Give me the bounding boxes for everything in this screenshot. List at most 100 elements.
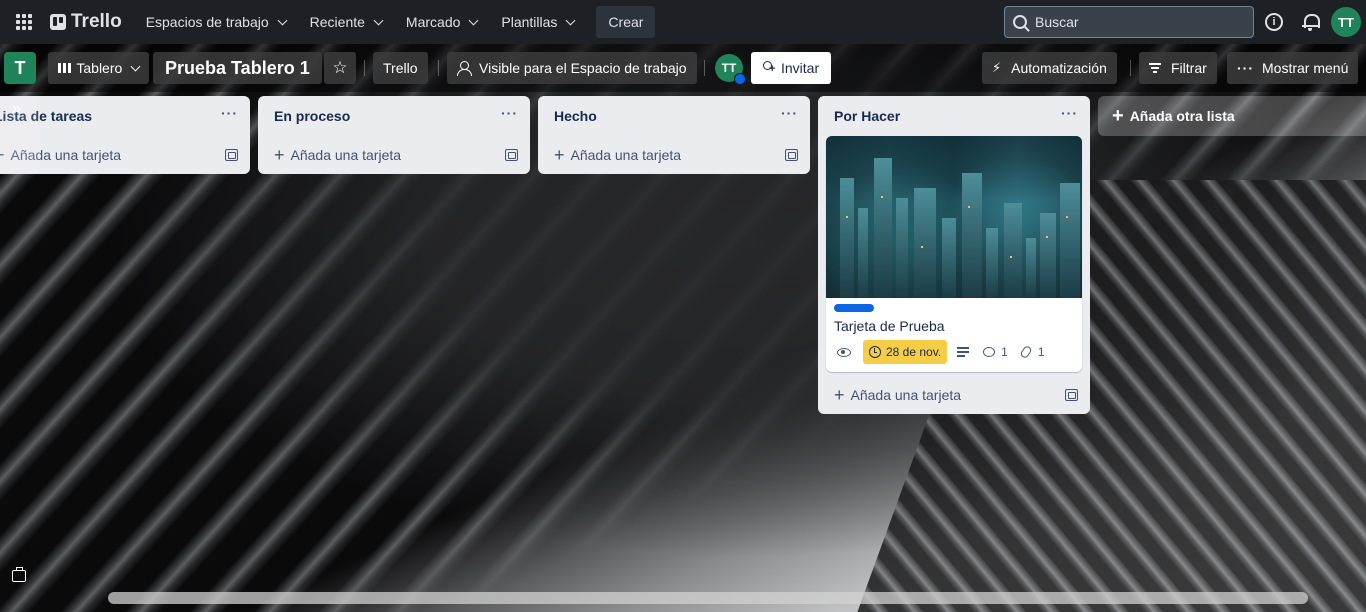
watching-eye-icon xyxy=(837,347,851,357)
nav-recent-label: Reciente xyxy=(309,14,365,30)
divider xyxy=(438,60,439,76)
user-avatar[interactable]: TT xyxy=(1331,7,1361,37)
card-body: Tarjeta de Prueba 28 de nov. 1 1 xyxy=(826,298,1082,372)
divider xyxy=(1130,60,1131,76)
nav-workspaces[interactable]: Espacios de trabajo xyxy=(136,6,296,38)
nav-workspaces-label: Espacios de trabajo xyxy=(145,14,269,30)
attachment-count: 1 xyxy=(1037,345,1045,359)
chevron-down-icon xyxy=(565,15,576,25)
nav-starred[interactable]: Marcado xyxy=(396,6,487,38)
add-list-label: Añada otra lista xyxy=(1129,108,1235,124)
automation-button[interactable]: ⚡ Automatización xyxy=(982,52,1117,84)
list-menu-icon[interactable]: ··· xyxy=(221,105,238,127)
briefcase-icon[interactable] xyxy=(12,567,26,582)
member-avatar[interactable]: TT xyxy=(715,54,746,85)
nav-recent[interactable]: Reciente xyxy=(300,6,392,38)
plus-icon: + xyxy=(554,145,565,165)
list-en-proceso: En proceso ··· + Añada una tarjeta xyxy=(258,96,530,174)
more-dots-icon: ··· xyxy=(1237,60,1254,76)
visibility-button[interactable]: Visible para el Espacio de trabajo xyxy=(447,52,697,84)
card-badges: 28 de nov. 1 1 xyxy=(834,340,1074,364)
nav-templates[interactable]: Plantillas xyxy=(491,6,584,38)
card-template-icon[interactable] xyxy=(505,149,518,161)
list-title[interactable]: En proceso xyxy=(274,108,350,124)
add-card-label: Añada una tarjeta xyxy=(290,147,402,163)
plus-icon: + xyxy=(274,145,285,165)
invite-button[interactable]: Invitar xyxy=(751,52,832,84)
info-icon[interactable]: i xyxy=(1265,13,1283,31)
card-template-icon[interactable] xyxy=(225,149,238,161)
app-name: Trello xyxy=(71,11,122,32)
filter-icon xyxy=(1149,63,1161,73)
list-menu-icon[interactable]: ··· xyxy=(781,105,798,127)
lightning-bolt-icon: ⚡ xyxy=(992,60,1002,75)
add-card-button[interactable]: + Añada una tarjeta xyxy=(834,386,961,404)
double-chevron-right-icon: » xyxy=(12,100,21,117)
card-title[interactable]: Tarjeta de Prueba xyxy=(834,318,1074,334)
attachment-paperclip-icon xyxy=(1019,344,1033,360)
show-menu-button[interactable]: ··· Mostrar menú xyxy=(1227,52,1359,84)
trello-logo[interactable]: Trello xyxy=(50,11,122,33)
visibility-label: Visible para el Espacio de trabajo xyxy=(479,60,687,76)
filter-button[interactable]: Filtrar xyxy=(1139,52,1217,84)
list-footer: + Añada una tarjeta xyxy=(818,376,1090,414)
add-list-button[interactable]: + Añada otra lista xyxy=(1098,96,1366,136)
clock-icon xyxy=(869,346,881,358)
show-menu-label: Mostrar menú xyxy=(1262,60,1349,76)
list-header[interactable]: Por Hacer ··· xyxy=(818,96,1090,136)
list-por-hacer: Por Hacer ··· Tarjeta de Prueba 28 de no… xyxy=(818,96,1090,414)
list-menu-icon[interactable]: ··· xyxy=(1061,105,1078,127)
add-card-label: Añada una tarjeta xyxy=(850,387,962,403)
board-view-icon xyxy=(58,63,70,73)
add-person-icon xyxy=(761,61,775,75)
card-template-icon[interactable] xyxy=(785,149,798,161)
due-date-label: 28 de nov. xyxy=(886,345,942,359)
due-date-badge[interactable]: 28 de nov. xyxy=(863,340,948,364)
workspace-badge[interactable]: T xyxy=(4,52,36,84)
plus-icon: + xyxy=(834,385,845,405)
card-label[interactable] xyxy=(834,304,874,312)
list-menu-icon[interactable]: ··· xyxy=(501,105,518,127)
trello-logo-icon xyxy=(50,14,66,30)
list-footer: + Añada una tarjeta xyxy=(258,136,530,174)
list-title[interactable]: Por Hacer xyxy=(834,108,900,124)
add-card-button[interactable]: + Añada una tarjeta xyxy=(274,146,401,164)
nav-starred-label: Marcado xyxy=(405,14,461,30)
filter-label: Filtrar xyxy=(1171,60,1207,76)
board-view-label: Tablero xyxy=(76,60,123,76)
list-header[interactable]: En proceso ··· xyxy=(258,96,530,136)
search-box[interactable] xyxy=(1004,6,1254,38)
search-input[interactable] xyxy=(1035,14,1225,30)
top-navigation: Trello Espacios de trabajo Reciente Marc… xyxy=(0,0,1366,44)
notifications-bell-icon[interactable] xyxy=(1301,12,1320,32)
list-footer: + Añada una tarjeta xyxy=(538,136,810,174)
description-icon xyxy=(957,347,970,357)
card-cover-image xyxy=(826,136,1082,298)
create-button[interactable]: Crear xyxy=(596,6,656,38)
workspace-button[interactable]: Trello xyxy=(373,52,428,84)
horizontal-scrollbar[interactable] xyxy=(108,592,1308,604)
board-title[interactable]: Prueba Tablero 1 xyxy=(153,52,322,84)
member-initials: TT xyxy=(721,61,737,75)
admin-badge-icon xyxy=(734,73,746,85)
star-icon: ☆ xyxy=(332,58,348,77)
chevron-down-icon xyxy=(277,15,288,25)
star-board-button[interactable]: ☆ xyxy=(324,52,356,84)
chevron-down-icon xyxy=(468,15,479,25)
sidebar-expand-tab[interactable]: » xyxy=(0,96,40,174)
board-header: T Tablero Prueba Tablero 1 ☆ Trello Visi… xyxy=(0,44,1366,92)
board-view-switcher[interactable]: Tablero xyxy=(48,52,149,84)
add-card-label: Añada una tarjeta xyxy=(570,147,682,163)
list-header[interactable]: Hecho ··· xyxy=(538,96,810,136)
plus-icon: + xyxy=(1112,105,1124,127)
workspace-visibility-icon xyxy=(457,61,472,76)
list-title[interactable]: Hecho xyxy=(554,108,597,124)
add-card-button[interactable]: + Añada una tarjeta xyxy=(554,146,681,164)
card-template-icon[interactable] xyxy=(1065,389,1078,401)
app-switcher-icon[interactable] xyxy=(12,10,36,34)
list-hecho: Hecho ··· + Añada una tarjeta xyxy=(538,96,810,174)
divider xyxy=(704,60,705,76)
card[interactable]: Tarjeta de Prueba 28 de nov. 1 1 xyxy=(826,136,1082,372)
chevron-down-icon xyxy=(130,61,141,71)
search-icon xyxy=(1013,15,1027,29)
